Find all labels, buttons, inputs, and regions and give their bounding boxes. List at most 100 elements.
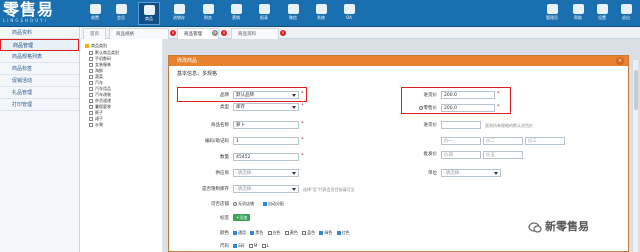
highlight-box — [401, 87, 511, 114]
wholesale-hint: 直到所有规格的默认进货价 — [485, 123, 533, 128]
tab-close-icon[interactable]: × — [170, 30, 176, 36]
type-label: 类型 — [220, 105, 229, 110]
chevron-down-icon — [292, 172, 296, 175]
discount-opt2[interactable]: 自动分配 — [263, 201, 284, 207]
nav-item-9[interactable]: OA — [338, 2, 360, 25]
top-navbar: 零售易 LINGSHOUYI 收费 会员 商品 进销存 财务 营销 报表 微信 … — [0, 0, 640, 27]
nav-item-6[interactable]: 报表 — [253, 2, 275, 25]
name-input[interactable]: 萝卜 — [233, 121, 299, 129]
sidebar-item-goods-manage[interactable]: 商品管理 — [0, 39, 79, 51]
tag-label: 标签 — [220, 216, 229, 221]
tab-refresh-icon[interactable]: ⟳ — [212, 30, 218, 36]
help-icon — [572, 4, 584, 14]
tree-item[interactable]: 水果 — [89, 122, 103, 128]
chevron-down-icon — [292, 106, 296, 109]
file-icon — [89, 69, 93, 73]
sidebar: 商品资料 商品管理 商品规格列表 商品标签 促销活动 礼品管理 打印管理 — [0, 27, 80, 252]
member-price-2[interactable]: 价二 — [483, 137, 523, 145]
highlight-box — [177, 87, 307, 102]
type-select[interactable]: 库存 — [233, 103, 299, 111]
sidebar-item-gifts[interactable]: 礼品管理 — [0, 87, 79, 99]
wechat-icon — [528, 221, 542, 233]
nav-right-help[interactable]: 帮助 — [567, 2, 589, 25]
nav-item-3[interactable]: 进销存 — [168, 2, 190, 25]
file-icon — [89, 105, 93, 109]
spec-label: 颜色 — [220, 231, 229, 236]
finance-icon — [202, 4, 214, 14]
spec-options[interactable]: 通用 黑色 白色 黄色 蓝色 绿色 红色 — [233, 230, 350, 236]
nav-right-admin[interactable]: 管理员 — [540, 2, 564, 25]
member-price-4[interactable]: 价四 — [441, 151, 481, 159]
category-tree: 商品类别 默认商品类别 手机数码 女装服装 海鲜 蔬菜 汽车 汽车用品 汽车改装… — [81, 39, 163, 252]
nav-item-2[interactable]: 商品 — [138, 2, 160, 25]
modal-title: 修改商品 — [177, 58, 198, 64]
file-icon — [89, 111, 93, 115]
close-icon[interactable]: × — [616, 57, 624, 65]
code-label: 编码/助记码 — [204, 139, 229, 144]
nav-item-1[interactable]: 会员 — [110, 2, 132, 25]
tab-home[interactable]: 首页 — [83, 28, 106, 39]
size-options[interactable]: S码 M L — [233, 243, 269, 249]
member-price-label: 批发价 — [423, 152, 438, 157]
chevron-down-icon — [292, 188, 296, 191]
discount-label: 可否店铺 — [211, 202, 229, 207]
tab-close-icon[interactable]: × — [280, 30, 286, 36]
stockalert-select[interactable]: -请选择- — [233, 185, 299, 193]
modal-header: 修改商品 × — [169, 56, 628, 66]
file-icon — [89, 51, 93, 55]
tab-spec[interactable]: 商品规格 — [109, 28, 169, 39]
file-icon — [89, 75, 93, 79]
file-icon — [89, 57, 93, 61]
name-label: 商品名称 — [211, 123, 229, 128]
nav-item-8[interactable]: 系统 — [310, 2, 332, 25]
file-icon — [89, 93, 93, 97]
nav-item-0[interactable]: 收费 — [84, 2, 106, 25]
marketing-icon — [230, 4, 242, 14]
nav-item-5[interactable]: 营销 — [225, 2, 247, 25]
discount-opt1[interactable]: 无须店铺 — [233, 201, 254, 207]
sidebar-item-tags[interactable]: 商品标签 — [0, 63, 79, 75]
sidebar-item-print[interactable]: 打印管理 — [0, 99, 79, 111]
scrollbar[interactable] — [632, 60, 638, 252]
member-price-1[interactable]: 价一 — [441, 137, 481, 145]
tab-close-icon[interactable]: × — [221, 30, 227, 36]
sidebar-item-spec-list[interactable]: 商品规格列表 — [0, 51, 79, 63]
member-price-3[interactable]: 价三 — [525, 137, 565, 145]
sidebar-item-promo[interactable]: 促销活动 — [0, 75, 79, 87]
admin-icon — [546, 4, 558, 14]
nav-item-7[interactable]: 微信 — [282, 2, 304, 25]
app-logo: 零售易 LINGSHOUYI — [3, 1, 79, 25]
member-price-5[interactable]: 价五 — [483, 151, 523, 159]
wholesale-input[interactable] — [441, 121, 481, 129]
file-icon — [89, 117, 93, 121]
stock-label: 数量 — [220, 155, 229, 160]
file-icon — [89, 81, 93, 85]
supplier-select[interactable]: -请选择- — [233, 169, 299, 177]
add-tag-button[interactable]: +添加 — [233, 214, 251, 221]
logo-subtext: LINGSHOUYI — [3, 18, 48, 23]
logo-text: 零售易 — [3, 0, 55, 19]
section-title: 基本信息：多规格 — [177, 71, 218, 77]
tab-goods-info[interactable]: 商品资料 — [231, 28, 279, 39]
file-icon — [89, 99, 93, 103]
code-input[interactable]: 1 — [233, 137, 299, 145]
nav-item-4[interactable]: 财务 — [197, 2, 219, 25]
nav-right-exit[interactable]: 退出 — [615, 2, 637, 25]
user-icon — [115, 4, 127, 14]
wholesale-label: 进货价 — [423, 123, 438, 128]
chevron-down-icon — [494, 172, 498, 175]
system-icon — [315, 4, 327, 14]
nav-right-settings[interactable]: 设置 — [591, 2, 613, 25]
wechat-icon — [287, 4, 299, 14]
tab-bar: 首页 商品规格 × 商品管理 ⟳ × 商品资料 × — [81, 27, 640, 39]
report-icon — [258, 4, 270, 14]
unit-select[interactable]: -请选择- — [441, 169, 501, 177]
supplier-label: 供应商 — [215, 171, 230, 176]
inventory-icon — [173, 4, 185, 14]
oa-icon — [343, 4, 355, 14]
stock-hint: 选择"否"代表会员目前请可见 — [303, 187, 355, 192]
sidebar-item-goods-info[interactable]: 商品资料 — [0, 27, 79, 39]
file-icon — [89, 123, 93, 127]
tree-root[interactable]: 商品类别 — [85, 43, 107, 49]
stock-input[interactable]: 45452 — [233, 153, 299, 161]
